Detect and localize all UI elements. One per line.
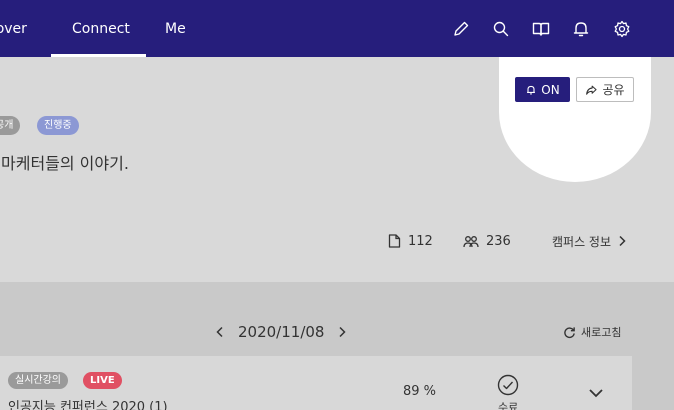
completion-status: 수료 xyxy=(498,401,519,410)
check-circle-icon xyxy=(497,374,519,400)
top-navigation-bar: cover Connect Me xyxy=(0,0,674,57)
notification-toggle-label: ON xyxy=(541,82,560,97)
campus-info-label: 캠퍼스 정보 xyxy=(552,234,612,249)
refresh-label: 새로고침 xyxy=(581,326,622,339)
chevron-left-icon xyxy=(216,326,223,338)
date-navigator: 2020/11/08 xyxy=(216,321,347,343)
lecture-title: 인공지능 컨퍼런스 2020 (1) xyxy=(8,400,168,410)
share-label: 공유 xyxy=(602,83,625,97)
tab-connect[interactable]: Connect xyxy=(72,0,130,57)
posts-stat: 112 xyxy=(388,232,433,250)
spotlight-highlight-lower xyxy=(499,57,651,182)
share-arrow-icon xyxy=(586,85,598,95)
current-date: 2020/11/08 xyxy=(238,323,325,341)
chevron-down-icon xyxy=(589,389,603,398)
next-date-button[interactable] xyxy=(338,326,347,338)
pencil-icon[interactable] xyxy=(451,19,471,39)
status-badge: 진행중 xyxy=(37,116,79,135)
chevron-right-icon xyxy=(619,235,626,247)
posts-count: 112 xyxy=(408,233,433,249)
share-button[interactable]: 공유 xyxy=(576,77,634,102)
bell-icon xyxy=(527,85,536,94)
lecture-progress: 89 % xyxy=(403,384,437,399)
book-icon[interactable] xyxy=(531,19,551,39)
search-icon[interactable] xyxy=(491,19,511,39)
people-icon xyxy=(463,235,479,247)
bell-icon[interactable] xyxy=(571,19,591,39)
members-stat: 236 xyxy=(463,232,511,250)
tab-discover[interactable]: cover xyxy=(0,0,27,57)
live-badge: LIVE xyxy=(83,372,122,389)
campus-description: 마케터들의 이야기. xyxy=(1,154,129,173)
tab-me[interactable]: Me xyxy=(165,0,186,57)
refresh-button[interactable]: 새로고침 xyxy=(563,323,621,341)
lecture-type-badge: 실시간강의 xyxy=(8,372,68,389)
document-icon xyxy=(388,234,401,248)
refresh-icon xyxy=(564,326,575,338)
gear-icon[interactable] xyxy=(612,19,632,39)
members-count: 236 xyxy=(486,233,511,249)
campus-info-link[interactable]: 캠퍼스 정보 xyxy=(552,232,626,250)
expand-button[interactable] xyxy=(588,383,604,402)
notification-toggle-button[interactable]: ON xyxy=(515,77,570,102)
chevron-right-icon xyxy=(339,326,347,338)
previous-date-button[interactable] xyxy=(216,326,224,338)
